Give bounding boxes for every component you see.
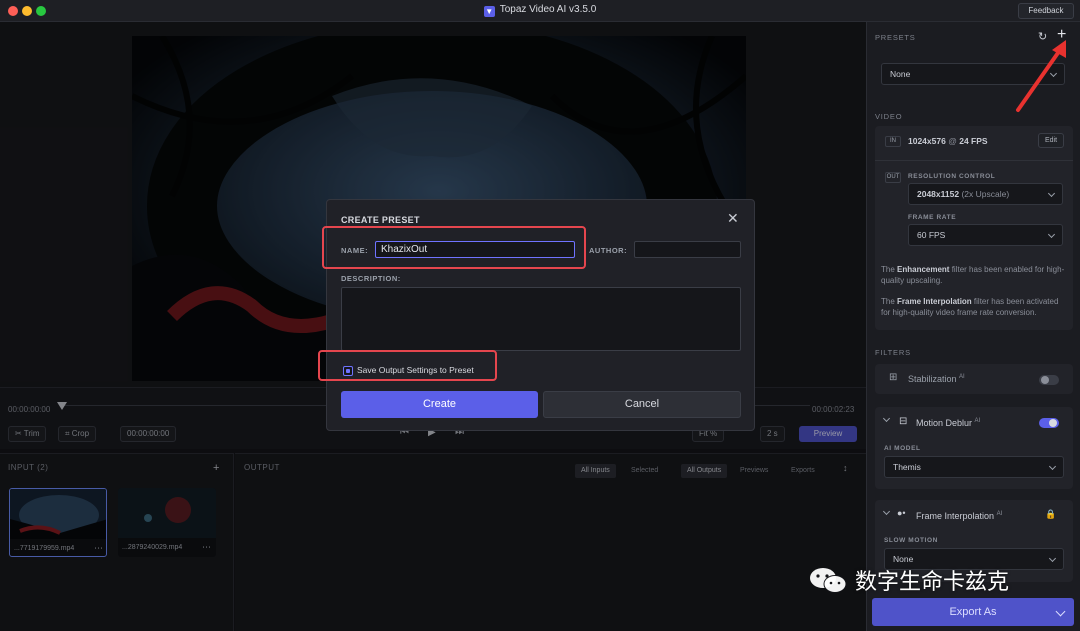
presets-label: PRESETS [875,33,916,42]
lock-icon[interactable]: 🔒 [1045,509,1056,520]
dialog-title: CREATE PRESET [341,215,420,225]
motion-deblur-filter: ⊟ Motion Deblur AI AI MODEL Themis [875,407,1073,489]
chevron-down-icon [1047,189,1056,198]
topaz-logo-icon: ▼ [483,6,495,17]
stabilization-filter[interactable]: ⊞ Stabilization AI [875,364,1073,394]
frame-rate-label: FRAME RATE [908,214,957,221]
feedback-button[interactable]: Feedback [1018,3,1074,19]
create-button[interactable]: Create [341,391,538,418]
motion-deblur-icon: ⊟ [899,416,908,427]
input-resolution: 1024x576 @ 24 FPS [908,136,988,146]
interpolation-note: The Frame Interpolation filter has been … [881,297,1059,317]
video-label: VIDEO [875,112,903,121]
chevron-down-icon [1048,462,1057,471]
description-label: DESCRIPTION: [341,274,401,283]
expand-chevron-icon[interactable] [882,507,891,516]
ai-model-dropdown[interactable]: Themis [884,456,1064,478]
chevron-down-icon [1047,230,1056,239]
out-tag: OUT [885,172,901,183]
resolution-control-label: RESOLUTION CONTROL [908,173,996,180]
frame-rate-dropdown[interactable]: 60 FPS [908,224,1063,246]
in-tag: IN [885,136,901,147]
frame-interpolation-title: Frame Interpolation AI [916,511,1003,521]
watermark-text: 数字生命卡兹克 [855,570,1010,595]
author-label: AUTHOR: [589,246,628,255]
motion-deblur-title: Motion Deblur AI [916,418,981,428]
expand-chevron-icon[interactable] [882,414,891,423]
annotation-arrow-icon [1016,40,1066,112]
chevron-down-icon[interactable] [1055,606,1066,617]
name-highlight-box [322,226,586,269]
stabilization-toggle[interactable] [1039,375,1059,385]
cancel-button[interactable]: Cancel [543,391,741,418]
stabilization-icon: ⊞ [889,372,898,383]
video-settings-card: IN 1024x576 @ 24 FPS Edit OUT RESOLUTION… [875,126,1073,330]
motion-deblur-toggle[interactable] [1039,418,1059,428]
divider [875,160,1073,161]
frame-interpolation-icon: ●• [897,508,906,518]
chevron-down-icon [1048,554,1057,563]
stabilization-title: Stabilization AI [908,374,965,384]
title-bar: ▼ Topaz Video AI v3.5.0 Feedback [0,0,1080,22]
description-textarea[interactable] [341,287,741,351]
window-title: ▼ Topaz Video AI v3.5.0 [483,4,597,17]
wechat-logo-icon [810,568,847,593]
close-icon[interactable]: ✕ [727,210,739,227]
author-input[interactable] [634,241,741,258]
slow-motion-label: SLOW MOTION [884,537,938,544]
checkbox-highlight-box [318,350,497,381]
edit-input-button[interactable]: Edit [1038,133,1065,148]
resolution-dropdown[interactable]: 2048x1152 (2x Upscale) [908,183,1063,205]
filters-label: FILTERS [875,348,911,357]
ai-model-label: AI MODEL [884,445,921,452]
export-as-button[interactable]: Export As [872,598,1074,626]
enhancement-note: The Enhancement filter has been enabled … [881,265,1065,285]
